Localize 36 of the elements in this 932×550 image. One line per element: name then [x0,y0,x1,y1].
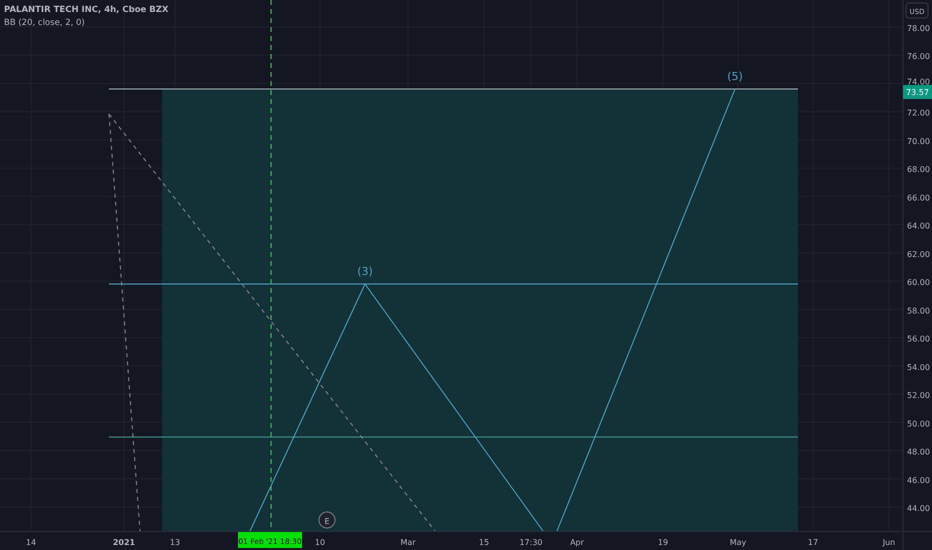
time-tick: Mar [400,538,416,547]
price-tick: 72.00 [907,108,930,118]
time-tick: May [730,538,746,547]
price-tick: 74.00 [907,77,930,86]
price-tick: 60.00 [907,278,930,288]
price-tick: 70.00 [907,136,930,146]
price-tick: 78.00 [907,24,930,33]
earnings-marker[interactable]: E [318,512,336,528]
time-tick: 17:30 [519,538,543,547]
price-tick: 64.00 [907,222,930,231]
time-tick: 13 [170,538,180,547]
price-tick: 46.00 [907,476,930,485]
price-tick: 76.00 [907,52,930,62]
time-tick: Jun [882,538,896,547]
time-tick: 15 [478,538,490,547]
price-tick: 68.00 [907,165,930,174]
current-price-tag: 73.57 [903,85,932,99]
price-tick: 58.00 [907,306,930,316]
price-tick: 50.00 [907,419,930,428]
time-tick: 10 [314,538,326,547]
price-tick: 44.00 [907,504,930,513]
time-tick: 17 [808,538,818,547]
time-tick: Apr [570,538,584,547]
wave-label: (3) [357,265,373,278]
wave-label: (5) [727,70,743,83]
indicator-label: BB (20, close, 2, 0) [4,18,85,28]
price-tick: 56.00 [907,334,930,344]
time-tick: 2021 [112,538,136,547]
time-tick: 19 [658,538,668,547]
price-tick: 48.00 [907,448,930,457]
price-tick: 62.00 [907,250,930,259]
price-tick: 54.00 [907,362,930,372]
price-tick: 52.00 [907,391,930,400]
price-tick: 66.00 [907,193,930,202]
symbol-title: PALANTIR TECH INC, 4h, Cboe BZX [4,5,168,15]
time-tick: 14 [26,538,36,547]
